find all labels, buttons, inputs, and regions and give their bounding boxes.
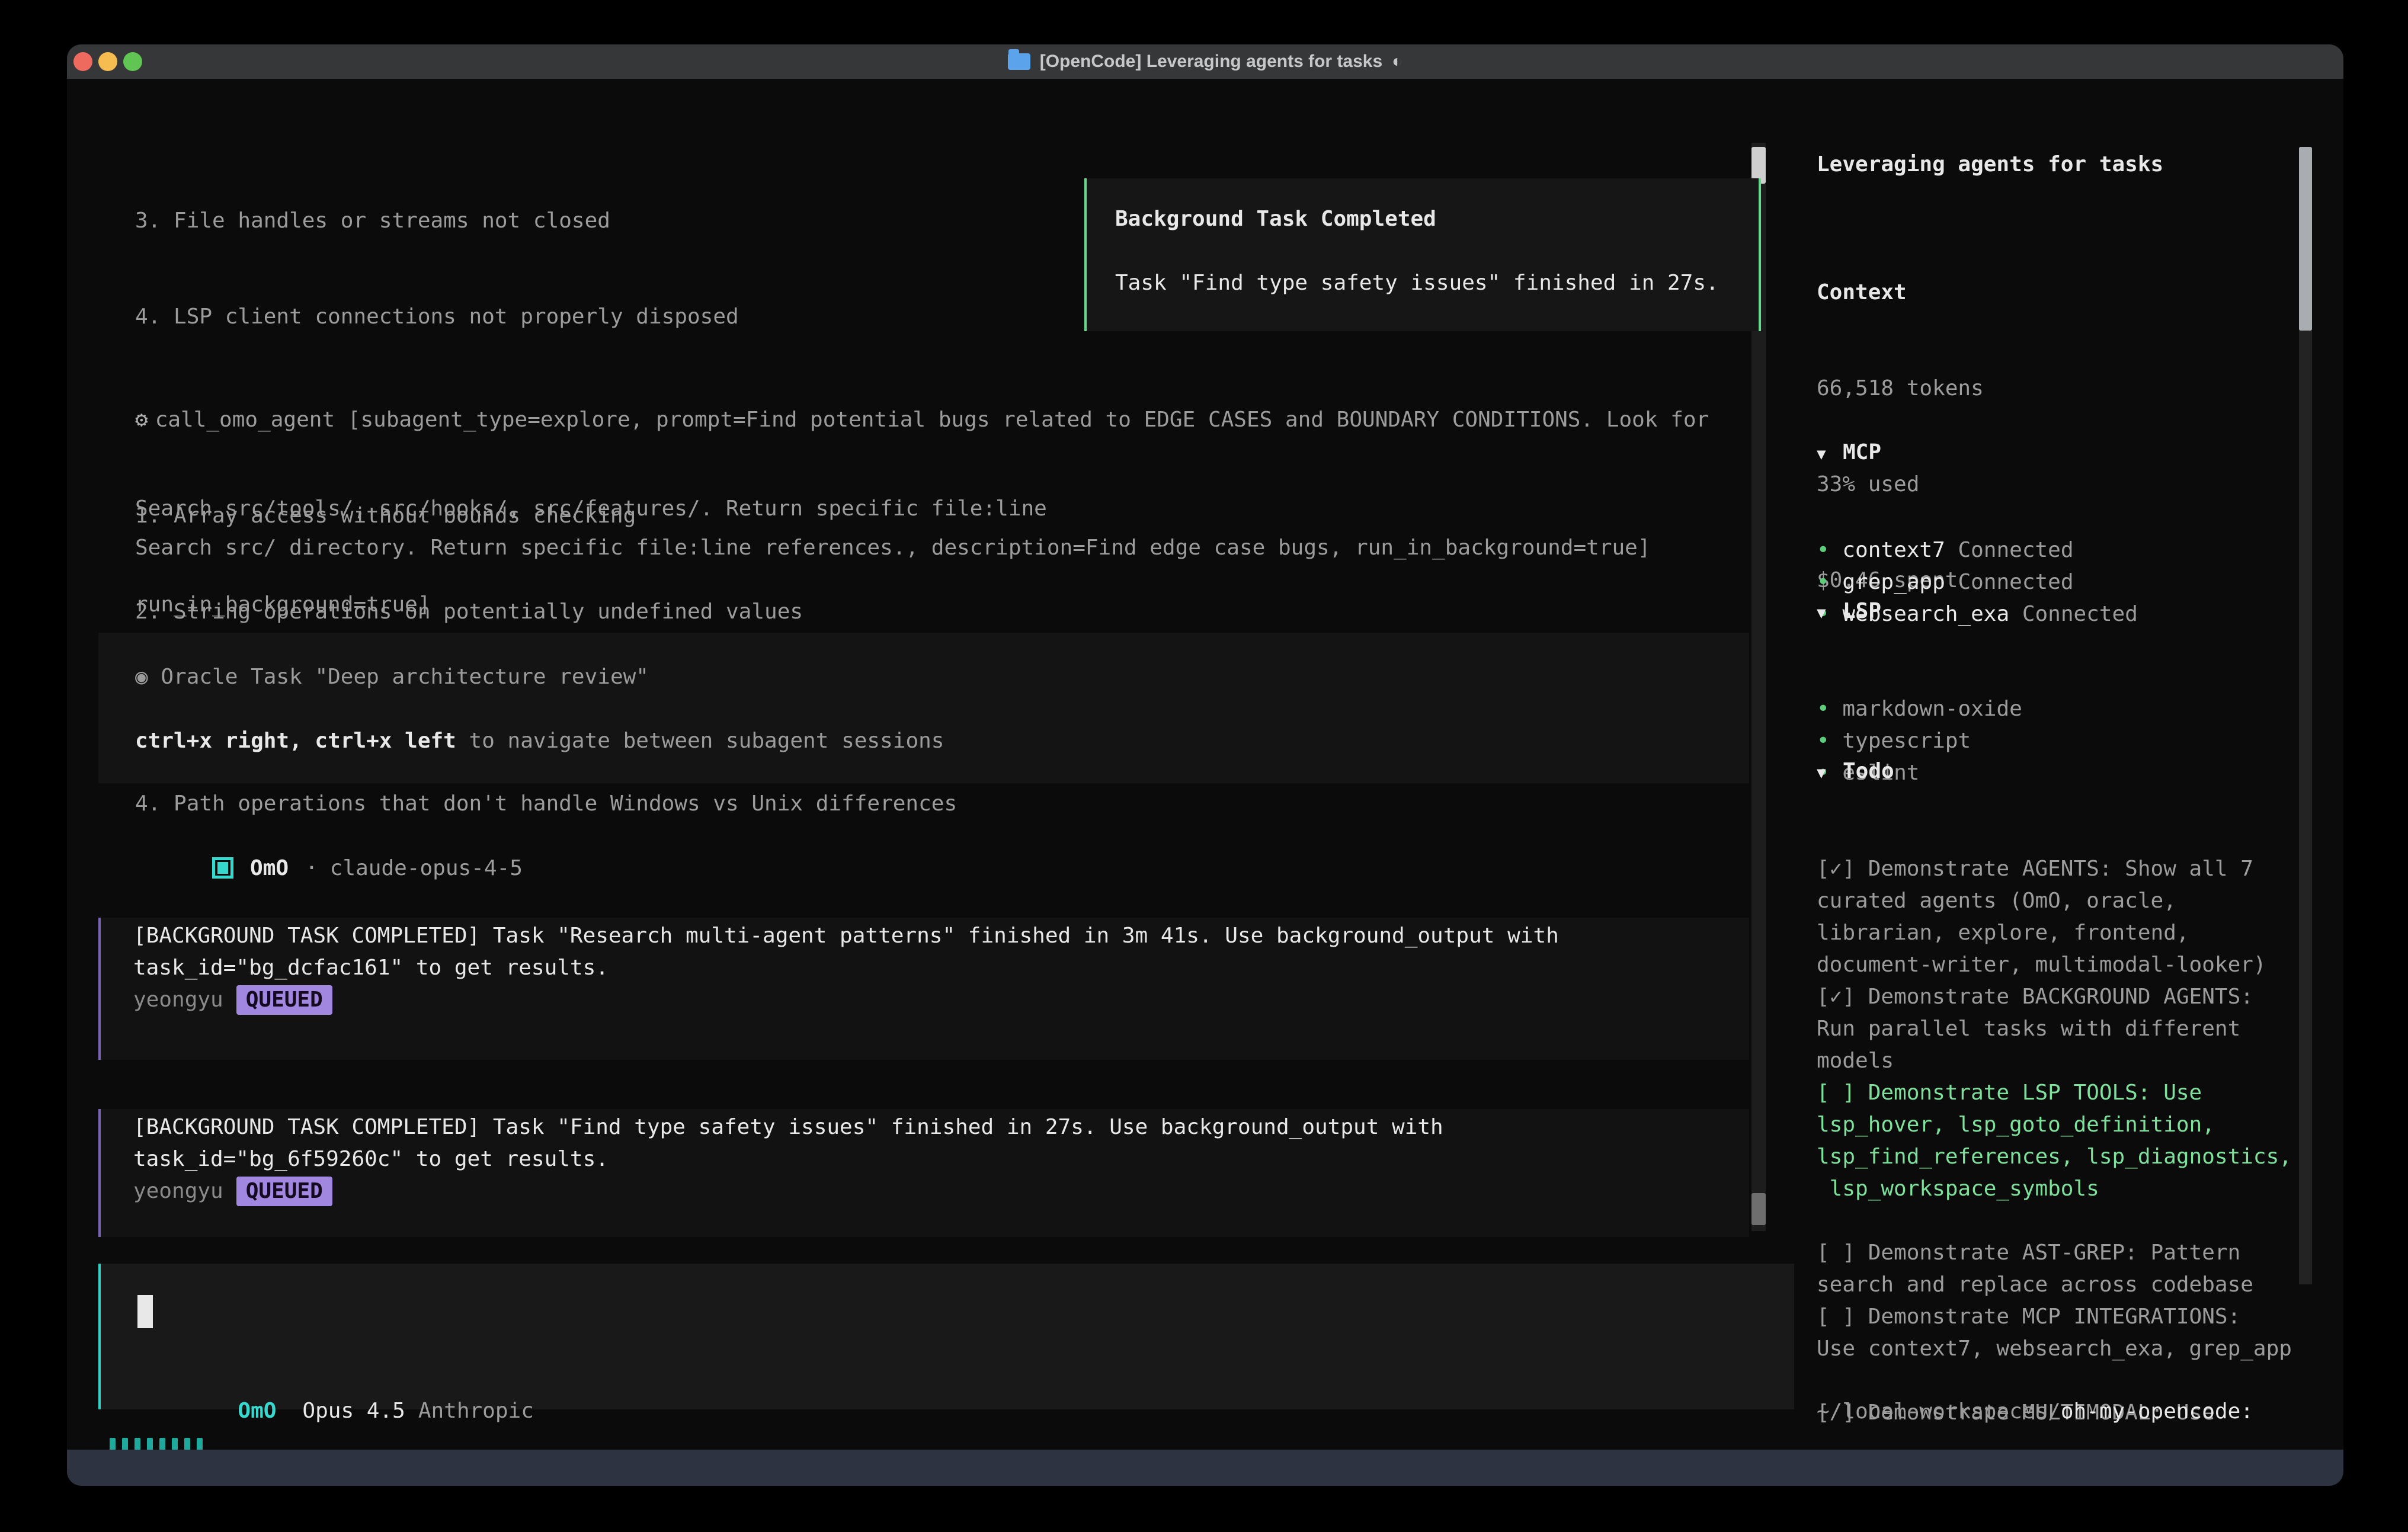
tool-call-item: 4. Path operations that don't handle Win… <box>135 788 1709 820</box>
todo-line: lsp_find_references, lsp_diagnostics, <box>1817 1141 2292 1173</box>
window-title: [OpenCode] Leveraging agents for tasks <box>1040 52 1382 72</box>
tool-call-item: 1. Array access without bounds checking <box>135 500 1709 532</box>
context-heading: Context <box>1817 277 1984 309</box>
hint-keys: ctrl+x right, ctrl+x left <box>135 729 456 753</box>
path-prefix: ~/local-workspaces/ <box>1817 1399 2061 1424</box>
todo-line: [ ] Demonstrate LSP TOOLS: Use <box>1817 1077 2292 1109</box>
todo-line: lsp_workspace_symbols <box>1817 1173 2292 1205</box>
oracle-task-line: ◉ Oracle Task "Deep architecture review" <box>135 661 649 693</box>
oracle-task-box[interactable]: ◉ Oracle Task "Deep architecture review"… <box>98 633 1749 783</box>
text-cursor <box>137 1295 153 1328</box>
todo-line: librarian, explore, frontend, <box>1817 917 2292 949</box>
opencode-window: [OpenCode] Leveraging agents for tasks ◐… <box>67 44 2343 1486</box>
todo-line: [✓] Demonstrate BACKGROUND AGENTS: <box>1817 981 2292 1013</box>
close-window-button[interactable] <box>73 52 92 71</box>
oracle-hint-line: ctrl+x right, ctrl+x left to navigate be… <box>135 725 944 757</box>
hint-text: to navigate between subagent sessions <box>456 729 944 753</box>
repo-name: oh-my-opencode: <box>2061 1399 2253 1424</box>
gear-icon: ⚙ <box>135 408 148 432</box>
record-icon: ◉ <box>135 665 161 689</box>
todo-line: curated agents (OmO, oracle, <box>1817 885 2292 917</box>
scrollback-line: 4. LSP client connections not properly d… <box>135 301 1047 333</box>
tool-call-tail: Search src/ directory. Return specific f… <box>135 532 1651 564</box>
agent-name: OmO <box>250 856 289 880</box>
minimize-window-button[interactable] <box>98 52 117 71</box>
scrollback-line: 3. File handles or streams not closed <box>135 205 1047 237</box>
queued-badge: QUEUED <box>236 985 332 1015</box>
task-completed-block[interactable]: [BACKGROUND TASK COMPLETED] Task "Resear… <box>98 918 1749 1060</box>
toast-title: Background Task Completed <box>1115 203 1436 235</box>
task-author: yeongyu <box>133 1179 223 1203</box>
input-model-label[interactable]: Opus 4.5 <box>302 1399 405 1423</box>
background-task-toast: Background Task Completed Task "Find typ… <box>1084 178 1761 331</box>
toast-body: Task "Find type safety issues" finished … <box>1115 267 1719 299</box>
task-line1: [BACKGROUND TASK COMPLETED] Task "Find t… <box>133 1111 1749 1143</box>
separator-dot: · <box>305 856 318 880</box>
task-line2: task_id="bg_6f59260c" to get results. <box>133 1143 1749 1175</box>
todo-line: search and replace across codebase <box>1817 1269 2292 1301</box>
todo-line: [ ] Demonstrate MCP INTEGRATIONS: <box>1817 1301 2292 1333</box>
collapse-triangle-icon: ▼ <box>1817 597 1843 629</box>
tool-call-item: 2. String operations on potentially unde… <box>135 596 1709 628</box>
collapse-triangle-icon: ▼ <box>1817 757 1843 789</box>
main-scrollbar-thumb-bottom[interactable] <box>1751 1193 1766 1225</box>
collapse-triangle-icon: ▼ <box>1817 438 1843 470</box>
task-completed-block[interactable]: [BACKGROUND TASK COMPLETED] Task "Find t… <box>98 1109 1749 1237</box>
sidebar: Leveraging agents for tasks Context 66,5… <box>1817 79 2338 1450</box>
task-author: yeongyu <box>133 988 223 1012</box>
todo-line: lsp_hover, lsp_goto_definition, <box>1817 1109 2292 1141</box>
zoom-window-button[interactable] <box>123 52 142 71</box>
queued-badge: QUEUED <box>236 1177 332 1206</box>
agent-model: claude-opus-4-5 <box>330 856 523 880</box>
folder-icon <box>1008 53 1030 70</box>
task-line2: task_id="bg_dcfac161" to get results. <box>133 952 1749 984</box>
todo-line: [✓] Demonstrate AGENTS: Show all 7 <box>1817 853 2292 885</box>
mcp-heading[interactable]: ▼MCP <box>1817 437 2138 470</box>
input-provider-label: Anthropic <box>418 1399 534 1423</box>
prompt-input[interactable]: OmOOpus 4.5Anthropic <box>98 1264 1794 1409</box>
agent-header: OmO · claude-opus-4-5 <box>135 821 523 916</box>
agent-omo-icon <box>212 857 233 879</box>
session-title: Leveraging agents for tasks <box>1817 149 2163 181</box>
todo-line: document-writer, multimodal-looker) <box>1817 949 2292 981</box>
half-circle-icon: ◐ <box>1392 52 1402 72</box>
window-bottom-strip <box>67 1450 2343 1486</box>
todo-heading[interactable]: ▼Todo <box>1817 755 2292 789</box>
todo-line: [ ] Demonstrate AST-GREP: Pattern <box>1817 1237 2292 1269</box>
task-line1: [BACKGROUND TASK COMPLETED] Task "Resear… <box>133 920 1749 952</box>
todo-line: models <box>1817 1045 2292 1077</box>
tool-call-block: ⚙ call_omo_agent [subagent_type=explore, … <box>135 340 1709 884</box>
tool-call-line: call_omo_agent [subagent_type=explore, p… <box>155 408 1709 432</box>
titlebar: [OpenCode] Leveraging agents for tasks ◐ <box>67 44 2343 79</box>
todo-line: Run parallel tasks with different <box>1817 1013 2292 1045</box>
terminal-content: 3. File handles or streams not closed 4.… <box>67 79 2343 1450</box>
input-agent-label[interactable]: OmO <box>238 1399 276 1423</box>
todo-line <box>1817 1205 2292 1237</box>
sidebar-scrollbar-thumb[interactable] <box>2299 147 2312 331</box>
lsp-heading[interactable]: ▼LSP <box>1817 595 2022 629</box>
